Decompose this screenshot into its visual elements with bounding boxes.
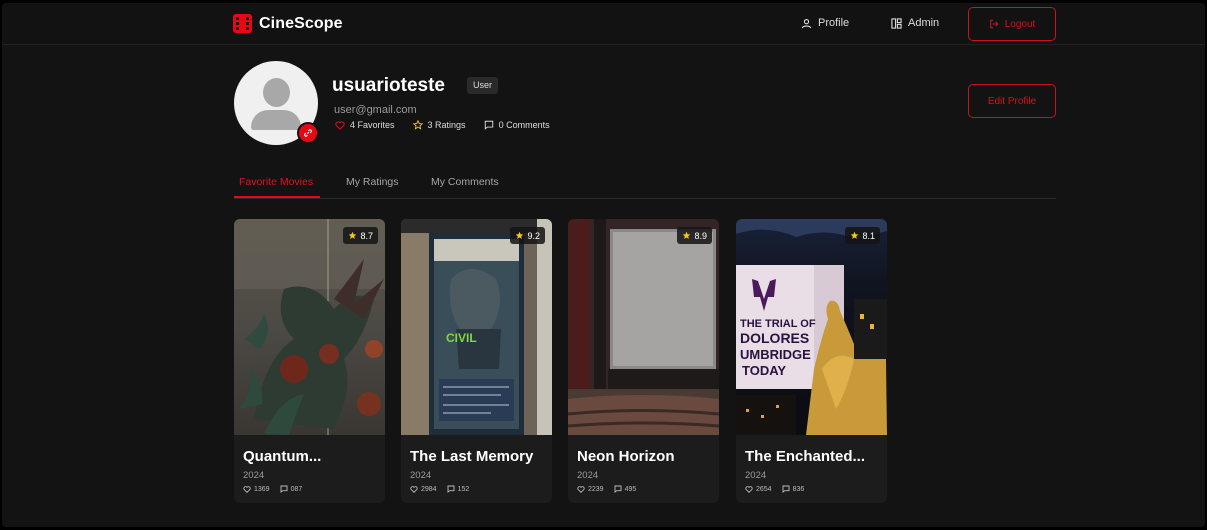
star-icon <box>683 231 691 239</box>
tab-my-comments[interactable]: My Comments <box>431 176 499 188</box>
nav-admin-label: Admin <box>908 17 940 29</box>
comments-count: 495 <box>614 485 637 493</box>
rating-badge: 8.1 <box>845 227 880 244</box>
stat-favorites-label: 4 Favorites <box>350 120 395 130</box>
rating-value: 9.2 <box>527 230 540 241</box>
profile-stats: 4 Favorites 3 Ratings 0 Comments <box>335 120 550 130</box>
heart-icon <box>745 485 753 493</box>
comment-icon <box>447 485 455 493</box>
comments-value: 495 <box>624 485 637 493</box>
likes-count: 1369 <box>243 485 270 493</box>
comment-icon <box>484 120 493 130</box>
movie-poster <box>234 219 385 435</box>
rating-badge: 8.9 <box>677 227 712 244</box>
tab-favorite-movies[interactable]: Favorite Movies <box>239 176 313 188</box>
comment-icon <box>280 485 288 493</box>
film-icon <box>233 14 252 33</box>
movie-meta: 2654 836 <box>745 485 804 493</box>
tab-my-ratings[interactable]: My Ratings <box>346 176 399 188</box>
avatar-edit-button[interactable] <box>297 122 319 144</box>
logout-button[interactable]: Logout <box>968 7 1056 41</box>
dashboard-icon <box>891 17 902 29</box>
brand-logo[interactable]: CineScope <box>233 14 343 33</box>
movie-title: Quantum... <box>243 448 322 465</box>
movie-poster <box>568 219 719 435</box>
rating-value: 8.1 <box>862 230 875 241</box>
logout-label: Logout <box>1004 18 1036 30</box>
star-icon <box>516 231 524 239</box>
comments-value: 152 <box>457 485 470 493</box>
heart-icon <box>410 485 418 493</box>
likes-count: 2984 <box>410 485 437 493</box>
movie-year: 2024 <box>243 470 265 481</box>
heart-icon <box>243 485 251 493</box>
movie-poster: THE TRIAL OF DOLORES UMBRIDGE TODAY <box>736 219 887 435</box>
rating-badge: 8.7 <box>343 227 378 244</box>
likes-value: 2984 <box>421 485 437 493</box>
link-icon <box>304 129 312 137</box>
profile-tabs: Favorite Movies My Ratings My Comments <box>234 171 1056 199</box>
avatar-body <box>251 110 301 130</box>
likes-value: 1369 <box>254 485 270 493</box>
edit-profile-button[interactable]: Edit Profile <box>968 84 1056 118</box>
movie-meta: 1369 087 <box>243 485 302 493</box>
likes-count: 2239 <box>577 485 604 493</box>
star-icon <box>412 120 423 130</box>
comments-count: 836 <box>782 485 805 493</box>
stat-comments-label: 0 Comments <box>498 120 550 130</box>
stat-comments: 0 Comments <box>484 120 550 130</box>
heart-icon <box>577 485 585 493</box>
comment-icon <box>614 485 622 493</box>
user-icon <box>801 18 812 28</box>
comment-icon <box>782 485 790 493</box>
movie-poster: CIVIL <box>401 219 552 435</box>
movie-year: 2024 <box>410 470 432 481</box>
comments-value: 087 <box>290 485 303 493</box>
movie-meta: 2984 152 <box>410 485 469 493</box>
brand-name: CineScope <box>259 14 343 32</box>
nav-profile-link[interactable]: Profile <box>801 17 849 29</box>
stat-ratings: 3 Ratings <box>412 120 466 130</box>
poster-line-1: THE TRIAL OF <box>740 318 816 330</box>
movie-meta: 2239 495 <box>577 485 636 493</box>
movie-title: The Enchanted... <box>745 448 866 465</box>
movie-year: 2024 <box>577 470 599 481</box>
movie-title: The Last Memory <box>410 448 534 465</box>
nav-admin-link[interactable]: Admin <box>891 17 939 29</box>
role-badge: User <box>467 77 499 94</box>
likes-count: 2654 <box>745 485 772 493</box>
movie-title: Neon Horizon <box>577 448 675 465</box>
stat-ratings-label: 3 Ratings <box>427 120 466 130</box>
rating-value: 8.9 <box>694 230 707 241</box>
poster-line-2: DOLORES <box>740 330 809 346</box>
logout-icon <box>989 19 999 29</box>
app-window: CineScope Profile Admin Logout usuariote… <box>2 3 1205 527</box>
movie-card[interactable]: THE TRIAL OF DOLORES UMBRIDGE TODAY 8.1 <box>736 219 887 503</box>
avatar-head <box>263 78 290 107</box>
nav-profile-label: Profile <box>818 17 850 29</box>
top-navbar: CineScope Profile Admin Logout <box>2 3 1205 45</box>
active-tab-indicator <box>234 196 320 198</box>
likes-value: 2654 <box>756 485 772 493</box>
star-icon <box>851 231 859 239</box>
likes-value: 2239 <box>588 485 604 493</box>
profile-email: user@gmail.com <box>334 104 417 116</box>
rating-value: 8.7 <box>360 230 373 241</box>
rating-badge: 9.2 <box>510 227 545 244</box>
profile-username: usuarioteste <box>332 75 445 96</box>
movie-card[interactable]: 8.7 Quantum... 2024 1369 087 <box>234 219 385 503</box>
stat-favorites: 4 Favorites <box>335 120 395 130</box>
movie-year: 2024 <box>745 470 767 481</box>
comments-count: 152 <box>447 485 470 493</box>
comments-count: 087 <box>280 485 303 493</box>
movie-card[interactable]: CIVIL 9.2 The Last Memory 2024 2984 152 <box>401 219 552 503</box>
heart-icon <box>335 120 345 130</box>
poster-title-text: CIVIL <box>446 331 477 345</box>
avatar <box>234 61 319 145</box>
comments-value: 836 <box>792 485 805 493</box>
poster-line-4: TODAY <box>742 363 786 378</box>
movie-card[interactable]: 8.9 Neon Horizon 2024 2239 495 <box>568 219 719 503</box>
poster-line-3: UMBRIDGE <box>740 347 811 362</box>
star-icon <box>349 231 357 239</box>
